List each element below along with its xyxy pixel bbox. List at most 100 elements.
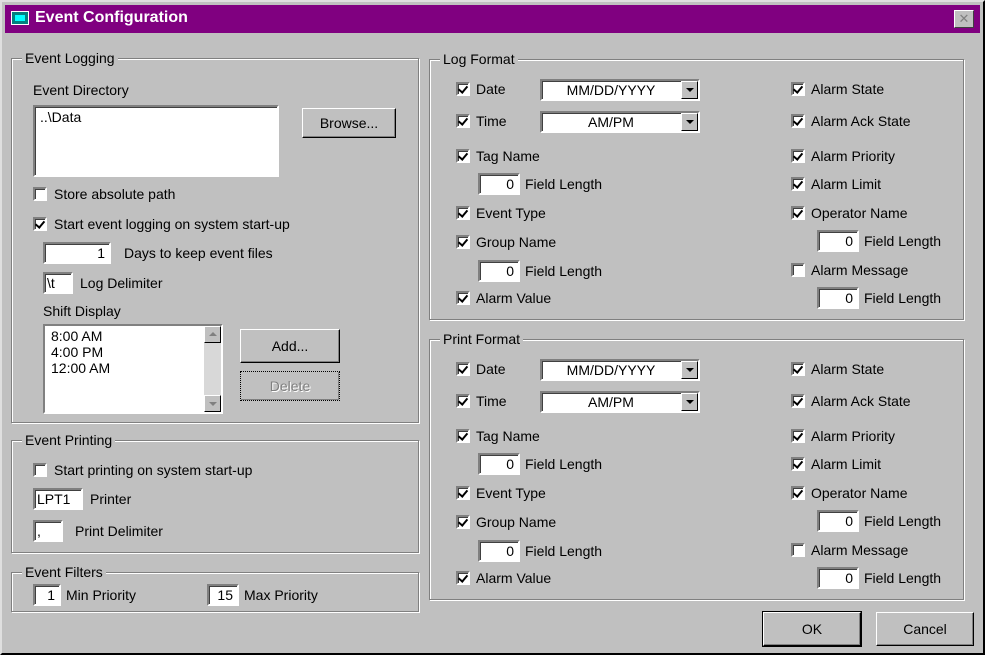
store-absolute-path-checkbox[interactable] — [33, 187, 47, 201]
print-delimiter-label: Print Delimiter — [75, 523, 163, 539]
print-operator-field-length-input[interactable]: 0 — [817, 510, 859, 532]
start-event-logging-label: Start event logging on system start-up — [54, 216, 290, 232]
log-alarm-priority-checkbox[interactable] — [791, 149, 805, 163]
close-icon[interactable]: ✕ — [954, 10, 974, 28]
print-operator-name-checkbox[interactable] — [791, 486, 805, 500]
log-message-field-length-label: Field Length — [864, 290, 942, 306]
chevron-down-icon[interactable] — [681, 393, 698, 411]
event-filters-legend: Event Filters — [22, 564, 106, 580]
event-configuration-dialog: Event Configuration ✕ Event Logging Even… — [0, 0, 985, 655]
scroll-up-icon[interactable] — [204, 326, 221, 343]
print-tag-field-length-input[interactable]: 0 — [478, 453, 520, 475]
log-alarm-ack-state-checkbox[interactable] — [791, 114, 805, 128]
print-event-type-label: Event Type — [476, 485, 546, 501]
log-time-format-value: AM/PM — [588, 114, 634, 130]
days-to-keep-label: Days to keep event files — [124, 245, 273, 261]
log-operator-field-length-label: Field Length — [864, 233, 942, 249]
print-alarm-priority-checkbox[interactable] — [791, 429, 805, 443]
print-tag-name-checkbox[interactable] — [456, 429, 470, 443]
log-date-checkbox[interactable] — [456, 82, 470, 96]
log-tag-field-length-label: Field Length — [525, 176, 603, 192]
list-item[interactable]: 4:00 PM — [51, 344, 110, 360]
log-date-format-select[interactable]: MM/DD/YYYY — [540, 79, 700, 101]
log-alarm-state-checkbox[interactable] — [791, 82, 805, 96]
log-alarm-value-checkbox[interactable] — [456, 291, 470, 305]
min-priority-input[interactable]: 1 — [33, 584, 61, 606]
cancel-button[interactable]: Cancel — [876, 612, 974, 646]
window-title: Event Configuration — [35, 9, 188, 26]
print-alarm-value-checkbox[interactable] — [456, 571, 470, 585]
chevron-down-icon[interactable] — [681, 361, 698, 379]
log-operator-name-label: Operator Name — [811, 205, 908, 221]
print-operator-field-length-label: Field Length — [864, 513, 942, 529]
print-alarm-state-label: Alarm State — [811, 361, 885, 377]
print-alarm-ack-state-checkbox[interactable] — [791, 394, 805, 408]
log-alarm-message-checkbox[interactable] — [791, 263, 805, 277]
print-message-field-length-input[interactable]: 0 — [817, 567, 859, 589]
days-to-keep-input[interactable]: 1 — [43, 242, 111, 264]
delete-shift-button[interactable]: Delete — [240, 371, 340, 401]
log-event-type-checkbox[interactable] — [456, 206, 470, 220]
print-event-type-checkbox[interactable] — [456, 486, 470, 500]
log-operator-field-length-input[interactable]: 0 — [817, 230, 859, 252]
log-tag-name-label: Tag Name — [476, 148, 540, 164]
list-item[interactable]: 12:00 AM — [51, 360, 110, 376]
log-tag-name-checkbox[interactable] — [456, 149, 470, 163]
log-group-field-length-input[interactable]: 0 — [478, 260, 520, 282]
log-tag-field-length-input[interactable]: 0 — [478, 173, 520, 195]
log-alarm-ack-state-label: Alarm Ack State — [811, 113, 911, 129]
scroll-down-icon[interactable] — [204, 395, 221, 412]
print-date-format-value: MM/DD/YYYY — [566, 362, 656, 378]
print-group-field-length-label: Field Length — [525, 543, 603, 559]
print-message-field-length-label: Field Length — [864, 570, 942, 586]
print-group-name-label: Group Name — [476, 514, 557, 530]
shift-display-list[interactable]: 8:00 AM 4:00 PM 12:00 AM — [43, 324, 223, 414]
print-delimiter-input[interactable]: , — [33, 520, 63, 542]
print-group-field-length-input[interactable]: 0 — [478, 540, 520, 562]
print-group-name-checkbox[interactable] — [456, 515, 470, 529]
start-printing-checkbox[interactable] — [33, 463, 47, 477]
log-time-label: Time — [476, 113, 507, 129]
log-message-field-length-input[interactable]: 0 — [817, 287, 859, 309]
app-icon — [11, 11, 29, 25]
ok-button[interactable]: OK — [762, 611, 862, 647]
start-printing-label: Start printing on system start-up — [54, 462, 253, 478]
print-operator-name-label: Operator Name — [811, 485, 908, 501]
log-delimiter-input[interactable]: \t — [43, 272, 73, 294]
log-time-checkbox[interactable] — [456, 114, 470, 128]
log-operator-name-checkbox[interactable] — [791, 206, 805, 220]
print-date-checkbox[interactable] — [456, 362, 470, 376]
print-date-format-select[interactable]: MM/DD/YYYY — [540, 359, 700, 381]
print-alarm-message-checkbox[interactable] — [791, 543, 805, 557]
printer-label: Printer — [90, 491, 132, 507]
log-alarm-limit-checkbox[interactable] — [791, 177, 805, 191]
chevron-down-icon[interactable] — [681, 113, 698, 131]
vertical-scrollbar[interactable] — [204, 326, 221, 412]
event-directory-field[interactable]: ..\Data — [33, 105, 279, 177]
chevron-down-icon[interactable] — [681, 81, 698, 99]
max-priority-input[interactable]: 15 — [207, 584, 239, 606]
title-bar: Event Configuration ✕ — [5, 5, 980, 33]
min-priority-label: Min Priority — [66, 587, 137, 603]
print-alarm-limit-checkbox[interactable] — [791, 457, 805, 471]
event-logging-legend: Event Logging — [22, 50, 118, 66]
start-event-logging-checkbox[interactable] — [33, 217, 47, 231]
log-alarm-message-label: Alarm Message — [811, 262, 909, 278]
event-printing-group: Event Printing Start printing on system … — [11, 432, 419, 553]
print-alarm-state-checkbox[interactable] — [791, 362, 805, 376]
list-item[interactable]: 8:00 AM — [51, 328, 110, 344]
log-alarm-value-label: Alarm Value — [476, 290, 552, 306]
print-format-legend: Print Format — [440, 331, 524, 347]
log-date-label: Date — [476, 81, 506, 97]
print-time-checkbox[interactable] — [456, 394, 470, 408]
browse-button[interactable]: Browse... — [302, 108, 396, 138]
add-shift-button[interactable]: Add... — [240, 329, 340, 363]
print-time-format-select[interactable]: AM/PM — [540, 391, 700, 413]
log-group-name-checkbox[interactable] — [456, 235, 470, 249]
log-group-field-length-label: Field Length — [525, 263, 603, 279]
printer-input[interactable]: LPT1 — [33, 488, 83, 510]
log-date-format-value: MM/DD/YYYY — [566, 82, 656, 98]
event-logging-group: Event Logging Event Directory ..\Data Br… — [11, 50, 419, 423]
print-date-label: Date — [476, 361, 506, 377]
log-time-format-select[interactable]: AM/PM — [540, 111, 700, 133]
